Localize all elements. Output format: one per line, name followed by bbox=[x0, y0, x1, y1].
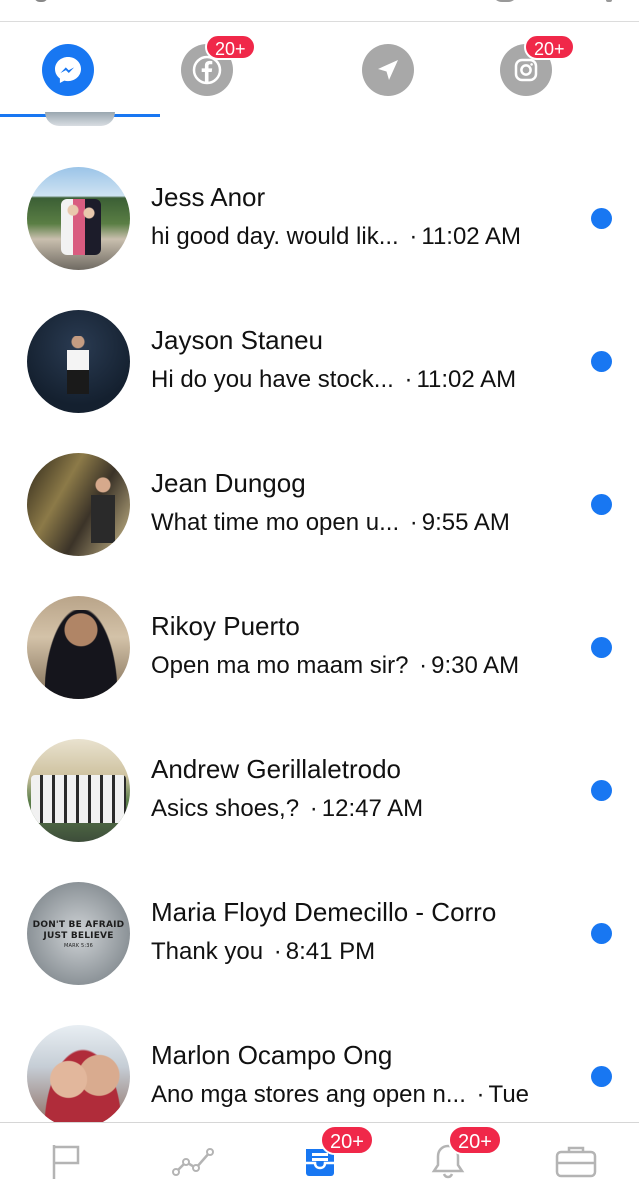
partial-avatar bbox=[45, 112, 115, 126]
instagram-badge: 20+ bbox=[524, 34, 575, 60]
inbox-platform-tabs: 20+ 20+ bbox=[0, 22, 639, 118]
unread-indicator bbox=[591, 1066, 612, 1087]
separator: · bbox=[409, 509, 418, 536]
unread-indicator bbox=[591, 351, 612, 372]
nav-tools[interactable] bbox=[552, 1137, 600, 1185]
avatar-quote-line2: JUST BELIEVE bbox=[43, 931, 114, 941]
contact-name: Jean Dungog bbox=[151, 468, 306, 498]
send-icon bbox=[378, 60, 398, 80]
unread-indicator bbox=[591, 637, 612, 658]
contact-name: Jayson Staneu bbox=[151, 325, 324, 355]
separator: · bbox=[273, 938, 282, 965]
tab-facebook[interactable]: 20+ bbox=[181, 34, 256, 96]
message-preview: Ano mga stores ang open n... · Tue bbox=[151, 1081, 529, 1109]
contact-name: Jess Anor bbox=[151, 182, 266, 212]
message-snippet: Hi do you have stock... bbox=[151, 366, 394, 393]
header-fragment bbox=[0, 0, 639, 22]
nav-notifications[interactable]: 20+ bbox=[424, 1125, 502, 1185]
message-snippet: Thank you bbox=[151, 938, 264, 965]
message-preview: Hi do you have stock... · 11:02 AM bbox=[151, 366, 516, 394]
flag-icon bbox=[52, 1145, 80, 1179]
briefcase-icon bbox=[555, 1146, 597, 1178]
separator: · bbox=[309, 795, 318, 822]
tab-instagram[interactable]: 20+ bbox=[500, 34, 575, 96]
conversation-row[interactable]: Jayson Staneu Hi do you have stock... · 1… bbox=[0, 287, 639, 430]
message-time: 11:02 AM bbox=[416, 366, 517, 393]
instagram-icon bbox=[514, 58, 538, 82]
unread-indicator bbox=[591, 780, 612, 801]
bottom-nav: 20+ 20+ bbox=[0, 1122, 639, 1200]
message-snippet: Asics shoes,? bbox=[151, 795, 300, 822]
avatar: DON'T BE AFRAID JUST BELIEVE MARK 5:36 bbox=[27, 882, 130, 985]
unread-indicator bbox=[591, 208, 612, 229]
message-time: 8:41 PM bbox=[285, 938, 376, 965]
message-snippet: Open ma mo maam sir? bbox=[151, 652, 409, 679]
message-snippet: Ano mga stores ang open n... bbox=[151, 1081, 466, 1108]
more-icon[interactable] bbox=[606, 0, 612, 2]
message-preview: Asics shoes,? · 12:47 AM bbox=[151, 795, 423, 823]
conversation-row[interactable]: Andrew Gerillaletrodo Asics shoes,? · 12:… bbox=[0, 716, 639, 859]
header-action-icon[interactable] bbox=[492, 0, 518, 2]
insights-icon bbox=[172, 1148, 214, 1176]
inbox-badge: 20+ bbox=[320, 1125, 374, 1155]
message-time: 12:47 AM bbox=[321, 795, 424, 822]
nav-pages[interactable] bbox=[42, 1137, 90, 1185]
message-preview: hi good day. would lik... · 11:02 AM bbox=[151, 223, 521, 251]
avatar-quote: DON'T BE AFRAID JUST BELIEVE MARK 5:36 bbox=[27, 920, 130, 950]
avatar-quote-line1: DON'T BE AFRAID bbox=[32, 920, 125, 930]
message-snippet: What time mo open u... bbox=[151, 509, 400, 536]
message-time: Tue bbox=[488, 1081, 530, 1108]
tab-messenger[interactable] bbox=[42, 44, 94, 96]
message-time: 9:30 AM bbox=[431, 652, 520, 679]
message-time: 9:55 AM bbox=[421, 509, 510, 536]
back-icon[interactable] bbox=[34, 0, 48, 2]
avatar bbox=[27, 453, 130, 556]
facebook-badge: 20+ bbox=[205, 34, 256, 60]
avatar-quote-line3: MARK 5:36 bbox=[63, 943, 94, 949]
conversation-row[interactable]: Jess Anor hi good day. would lik... · 11:… bbox=[0, 144, 639, 287]
messenger-icon bbox=[55, 57, 81, 83]
conversation-row[interactable]: Rikoy Puerto Open ma mo maam sir? · 9:30 … bbox=[0, 573, 639, 716]
separator: · bbox=[404, 366, 413, 393]
separator: · bbox=[476, 1081, 485, 1108]
message-snippet: hi good day. would lik... bbox=[151, 223, 399, 250]
message-preview: Thank you · 8:41 PM bbox=[151, 938, 375, 966]
avatar bbox=[27, 1025, 130, 1128]
avatar bbox=[27, 596, 130, 699]
unread-indicator bbox=[591, 494, 612, 515]
avatar bbox=[27, 310, 130, 413]
avatar bbox=[27, 739, 130, 842]
nav-insights[interactable] bbox=[170, 1137, 218, 1185]
message-preview: What time mo open u... · 9:55 AM bbox=[151, 509, 510, 537]
message-time: 11:02 AM bbox=[421, 223, 521, 250]
tab-direct[interactable] bbox=[362, 44, 414, 96]
avatar bbox=[27, 167, 130, 270]
nav-inbox[interactable]: 20+ bbox=[296, 1125, 374, 1185]
separator: · bbox=[419, 652, 428, 679]
separator: · bbox=[409, 223, 418, 250]
notifications-badge: 20+ bbox=[448, 1125, 502, 1155]
unread-indicator bbox=[591, 923, 612, 944]
conversation-row[interactable]: Jean Dungog What time mo open u... · 9:55… bbox=[0, 430, 639, 573]
contact-name: Rikoy Puerto bbox=[151, 611, 300, 641]
contact-name: Andrew Gerillaletrodo bbox=[151, 754, 402, 784]
conversation-row[interactable]: DON'T BE AFRAID JUST BELIEVE MARK 5:36 M… bbox=[0, 859, 639, 1002]
contact-name: Maria Floyd Demecillo - Corro bbox=[151, 897, 497, 927]
message-preview: Open ma mo maam sir? · 9:30 AM bbox=[151, 652, 519, 680]
contact-name: Marlon Ocampo Ong bbox=[151, 1040, 393, 1070]
